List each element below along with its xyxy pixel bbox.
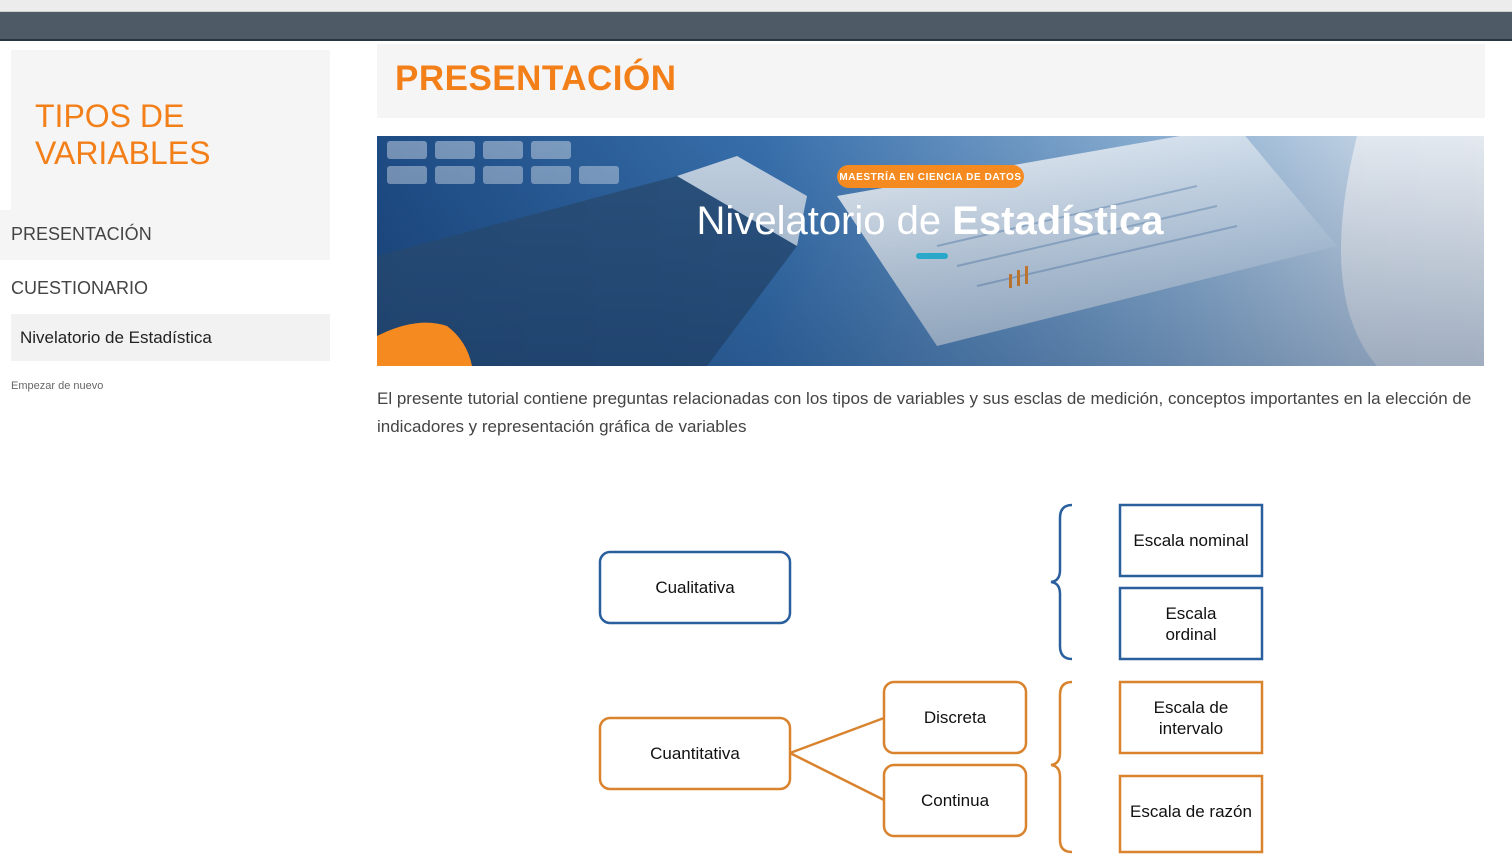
banner-title-bold: Estadística (952, 199, 1164, 243)
sidebar-subitem-nivelatorio[interactable]: Nivelatorio de Estadística (11, 314, 330, 361)
top-navigation-bar (0, 12, 1512, 41)
label-escala-nominal: Escala nominal (1133, 531, 1249, 550)
connector-continua (789, 751, 885, 802)
label-cuantitativa: Cuantitativa (650, 744, 740, 763)
label-escala-razon: Escala de razón (1130, 802, 1252, 821)
banner-underline (916, 253, 948, 259)
variables-diagram: Cualitativa Escala nominal Escala ordina… (560, 490, 1300, 856)
browser-strip (0, 0, 1512, 12)
label-escala-ordinal: Escala ordinal (1165, 603, 1217, 644)
sidebar-item-presentacion[interactable]: PRESENTACIÓN (0, 210, 330, 260)
sidebar-item-cuestionario[interactable]: CUESTIONARIO (0, 260, 330, 314)
banner-title: Nivelatorio de Estadística (697, 199, 1165, 243)
restart-link[interactable]: Empezar de nuevo (11, 380, 330, 392)
course-banner: MAESTRÍA EN CIENCIA DE DATOS Nivelatorio… (377, 136, 1484, 366)
sidebar-title: TIPOS DE VARIABLES (35, 98, 211, 171)
sidebar-title-box: TIPOS DE VARIABLES (11, 50, 330, 210)
connector-discreta (789, 716, 885, 755)
label-cualitativa: Cualitativa (655, 578, 735, 597)
program-badge-text: MAESTRÍA EN CIENCIA DE DATOS (839, 170, 1021, 183)
page-title: PRESENTACIÓN (395, 59, 677, 98)
brace-orange (1050, 680, 1073, 854)
label-continua: Continua (920, 791, 990, 810)
label-discreta: Discreta (923, 708, 987, 727)
banner-title-light: Nivelatorio de (697, 199, 953, 243)
sidebar: TIPOS DE VARIABLES PRESENTACIÓN CUESTION… (0, 50, 330, 392)
page-header: PRESENTACIÓN (377, 44, 1485, 118)
label-escala-intervalo: Escala de intervalo (1153, 697, 1229, 738)
brace-blue (1050, 503, 1073, 661)
intro-paragraph: El presente tutorial contiene preguntas … (377, 389, 1472, 436)
